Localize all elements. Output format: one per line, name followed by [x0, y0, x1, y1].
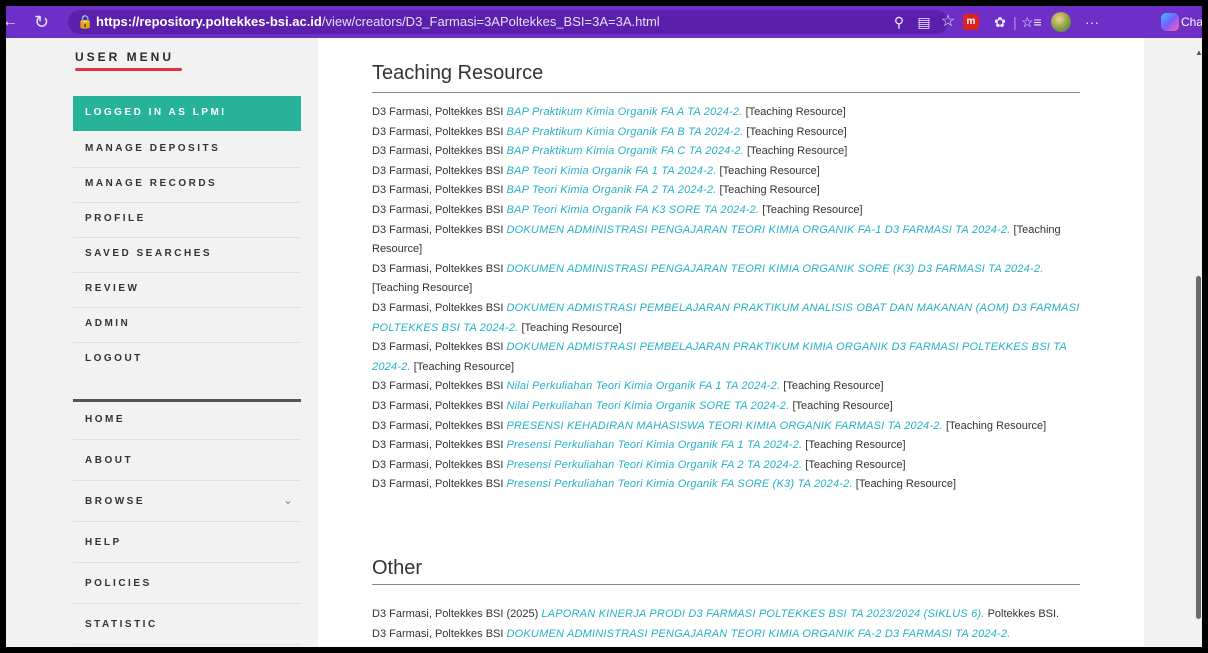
- nav-browse[interactable]: BROWSE ⌄: [73, 481, 301, 522]
- nav-policies[interactable]: POLICIES: [73, 563, 301, 604]
- scrollbar-thumb[interactable]: [1196, 276, 1201, 619]
- menu-profile[interactable]: PROFILE: [73, 202, 301, 238]
- nav-help[interactable]: HELP: [73, 522, 301, 563]
- item-title-link[interactable]: DOKUMEN ADMINISTRASI PENGAJARAN TEORI KI…: [507, 224, 1011, 236]
- list-item: D3 Farmasi, Poltekkes BSI Nilai Perkulia…: [372, 399, 893, 412]
- item-title-link[interactable]: BAP Praktikum Kimia Organik FA A TA 2024…: [507, 106, 743, 118]
- list-item: D3 Farmasi, Poltekkes BSI PRESENSI KEHAD…: [372, 419, 1047, 432]
- list-item: D3 Farmasi, Poltekkes BSI BAP Praktikum …: [372, 125, 847, 138]
- list-item: D3 Farmasi, Poltekkes BSI BAP Praktikum …: [372, 145, 848, 158]
- list-item: D3 Farmasi, Poltekkes BSI DOKUMEN ADMINI…: [372, 262, 1044, 295]
- toolbar-divider: |: [1013, 14, 1017, 30]
- item-title-link[interactable]: Presensi Perkuliahan Teori Kimia Organik…: [507, 439, 803, 451]
- item-title-link[interactable]: Presensi Perkuliahan Teori Kimia Organik…: [507, 478, 853, 490]
- sidebar: USER MENU LOGGED IN AS LPMI MANAGE DEPOS…: [73, 38, 303, 647]
- url-text[interactable]: https://repository.poltekkes-bsi.ac.id/v…: [96, 14, 660, 29]
- refresh-icon[interactable]: ↻: [34, 6, 49, 38]
- item-title-link[interactable]: Nilai Perkuliahan Teori Kimia Organik SO…: [507, 400, 790, 412]
- menu-manage-records[interactable]: MANAGE RECORDS: [73, 167, 301, 203]
- list-item: D3 Farmasi, Poltekkes BSI Presensi Perku…: [372, 439, 906, 452]
- menu-logged-in[interactable]: LOGGED IN AS LPMI: [73, 96, 301, 131]
- nav-about[interactable]: ABOUT: [73, 440, 301, 481]
- item-title-link[interactable]: BAP Praktikum Kimia Organik FA C TA 2024…: [507, 145, 744, 157]
- back-arrow-icon[interactable]: ←: [6, 6, 18, 38]
- favorites-list-icon[interactable]: ☆≡: [1021, 6, 1042, 38]
- extensions-puzzle-icon[interactable]: ✿: [991, 6, 1009, 38]
- list-item: D3 Farmasi, Poltekkes BSI DOKUMEN ADMINI…: [372, 627, 1011, 640]
- section-heading-teaching: Teaching Resource: [372, 62, 544, 84]
- favorite-star-icon[interactable]: ☆: [938, 6, 958, 38]
- more-options-icon[interactable]: ···: [1084, 6, 1100, 38]
- menu-manage-deposits[interactable]: MANAGE DEPOSITS: [73, 132, 301, 168]
- item-title-link[interactable]: BAP Teori Kimia Organik FA 1 TA 2024-2.: [507, 165, 717, 177]
- list-item: D3 Farmasi, Poltekkes BSI BAP Praktikum …: [372, 106, 846, 118]
- copilot-icon[interactable]: [1161, 13, 1179, 31]
- item-title-link[interactable]: BAP Teori Kimia Organik FA 2 TA 2024-2.: [507, 184, 717, 196]
- item-title-link[interactable]: BAP Teori Kimia Organik FA K3 SORE TA 20…: [507, 204, 760, 216]
- item-title-link[interactable]: DOKUMEN ADMINISTRASI PENGAJARAN TEORI KI…: [507, 628, 1011, 640]
- nav-home[interactable]: HOME: [73, 399, 301, 440]
- list-item: D3 Farmasi, Poltekkes BSI Presensi Perku…: [372, 478, 957, 491]
- item-title-link[interactable]: BAP Praktikum Kimia Organik FA B TA 2024…: [507, 126, 744, 138]
- user-menu-title: USER MENU: [75, 50, 175, 64]
- list-item: D3 Farmasi, Poltekkes BSI DOKUMEN ADMINI…: [372, 223, 1061, 256]
- list-item: D3 Farmasi, Poltekkes BSI Nilai Perkulia…: [372, 380, 884, 393]
- extension-icon[interactable]: m: [963, 14, 979, 30]
- zoom-icon[interactable]: ⚲: [890, 6, 908, 38]
- other-list: D3 Farmasi, Poltekkes BSI (2025) LAPORAN…: [372, 605, 1084, 644]
- list-item: D3 Farmasi, Poltekkes BSI BAP Teori Kimi…: [372, 203, 863, 216]
- chevron-down-icon: ⌄: [282, 493, 293, 507]
- section-rule: [372, 92, 1080, 93]
- reader-view-icon[interactable]: ▤: [915, 6, 933, 38]
- menu-saved-searches[interactable]: SAVED SEARCHES: [73, 237, 301, 273]
- section-heading-other: Other: [372, 557, 423, 579]
- list-item: D3 Farmasi, Poltekkes BSI BAP Teori Kimi…: [372, 184, 820, 197]
- browser-toolbar: ← ↻ 🔒 https://repository.poltekkes-bsi.a…: [6, 6, 1202, 38]
- title-underline: [75, 68, 182, 71]
- profile-avatar[interactable]: [1051, 12, 1071, 32]
- main-content: Teaching Resource D3 Farmasi, Poltekkes …: [318, 38, 1144, 647]
- list-item: D3 Farmasi, Poltekkes BSI BAP Teori Kimi…: [372, 164, 820, 177]
- item-title-link[interactable]: PRESENSI KEHADIRAN MAHASISWA TEORI KIMIA…: [507, 420, 943, 432]
- item-title-link[interactable]: LAPORAN KINERJA PRODI D3 FARMASI POLTEKK…: [541, 608, 984, 620]
- list-item: D3 Farmasi, Poltekkes BSI DOKUMEN ADMIST…: [372, 301, 1080, 334]
- scrollbar[interactable]: ▲: [1195, 38, 1202, 647]
- lock-icon: 🔒: [77, 14, 94, 29]
- menu-admin[interactable]: ADMIN: [73, 307, 301, 343]
- menu-logout[interactable]: LOGOUT: [73, 342, 301, 377]
- nav-statistic[interactable]: STATISTIC: [73, 604, 301, 645]
- address-bar[interactable]: 🔒 https://repository.poltekkes-bsi.ac.id…: [68, 10, 948, 34]
- section-rule: [372, 584, 1080, 585]
- teaching-list: D3 Farmasi, Poltekkes BSI BAP Praktikum …: [372, 103, 1084, 495]
- item-title-link[interactable]: Presensi Perkuliahan Teori Kimia Organik…: [507, 459, 803, 471]
- item-title-link[interactable]: Nilai Perkuliahan Teori Kimia Organik FA…: [507, 380, 781, 392]
- list-item: D3 Farmasi, Poltekkes BSI DOKUMEN ADMIST…: [372, 341, 1067, 373]
- scroll-up-icon[interactable]: ▲: [1195, 48, 1202, 57]
- browser-window: ← ↻ 🔒 https://repository.poltekkes-bsi.a…: [6, 6, 1202, 647]
- chat-button-label[interactable]: Chat: [1181, 6, 1202, 38]
- item-title-link[interactable]: DOKUMEN ADMINISTRASI PENGAJARAN TEORI KI…: [507, 263, 1044, 275]
- list-item: D3 Farmasi, Poltekkes BSI Presensi Perku…: [372, 458, 906, 471]
- page-body: USER MENU LOGGED IN AS LPMI MANAGE DEPOS…: [6, 38, 1202, 647]
- menu-review[interactable]: REVIEW: [73, 272, 301, 308]
- list-item: D3 Farmasi, Poltekkes BSI (2025) LAPORAN…: [372, 608, 1060, 620]
